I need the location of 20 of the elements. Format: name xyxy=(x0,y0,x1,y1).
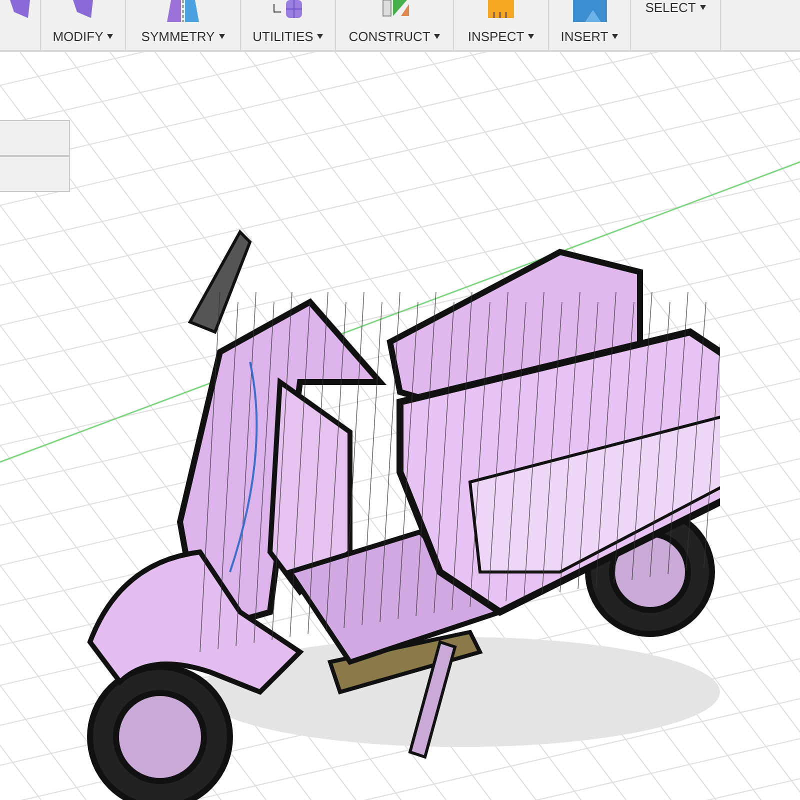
toolbar-menu-button[interactable]: SYMMETRY xyxy=(141,29,225,44)
caret-icon xyxy=(700,5,706,10)
caret-icon xyxy=(107,34,114,39)
symmetry-icon xyxy=(165,0,201,22)
image-icon xyxy=(572,0,606,22)
caret-icon xyxy=(317,34,324,39)
caret-icon xyxy=(434,34,440,39)
toolbar-menu-button[interactable]: CONSTRUCT xyxy=(348,29,440,44)
ruler-icon xyxy=(486,0,516,20)
toolbar-menu-button[interactable]: UTILITIES xyxy=(252,29,324,44)
caret-icon xyxy=(218,34,225,39)
caret-icon xyxy=(528,34,534,39)
toolbar-menu-button[interactable]: MODIFY xyxy=(52,29,114,44)
panel-row xyxy=(0,156,70,192)
toolbar-menu-button[interactable]: INSERT xyxy=(560,29,618,44)
toolbar-menu-button[interactable]: SELECT xyxy=(645,0,706,15)
panel-row xyxy=(0,120,70,156)
utilities-icon xyxy=(272,0,304,20)
caret-icon xyxy=(612,34,618,39)
toolbar-menu-button[interactable]: INSPECT xyxy=(468,29,534,44)
